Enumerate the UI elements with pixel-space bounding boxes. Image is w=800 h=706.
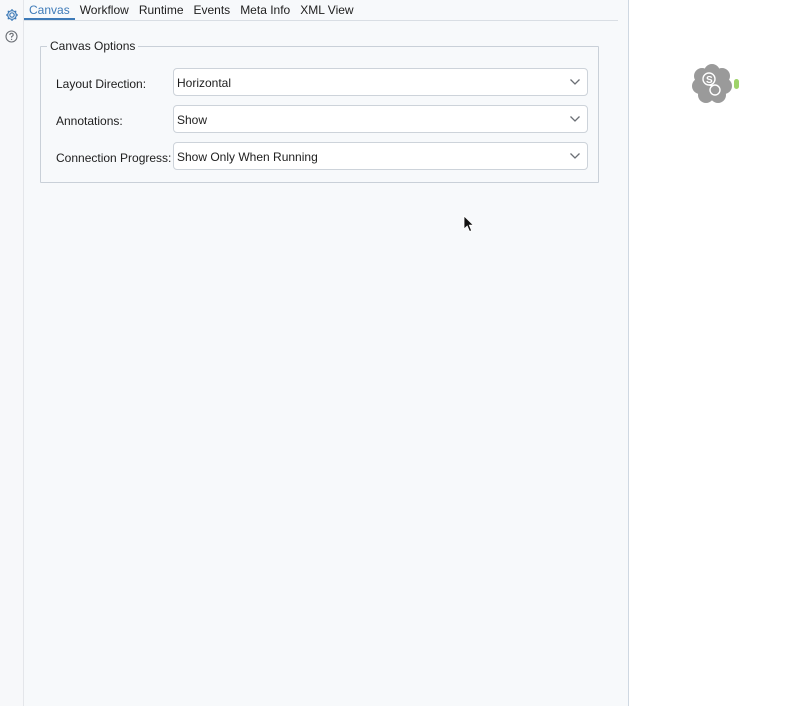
layout-direction-value: Horizontal (177, 76, 232, 90)
tab-bar: Canvas Workflow Runtime Events Meta Info… (24, 0, 618, 21)
workflow-canvas[interactable]: S (629, 0, 800, 706)
tool-letter: S (706, 75, 713, 86)
annotations-label: Annotations: (56, 114, 123, 128)
chevron-down-icon (570, 79, 580, 85)
output-anchor[interactable] (734, 79, 739, 89)
canvas-options-title: Canvas Options (47, 39, 139, 53)
gear-icon[interactable] (3, 6, 20, 23)
connection-progress-value: Show Only When Running (177, 150, 318, 164)
configuration-panel: Canvas Workflow Runtime Events Meta Info… (24, 0, 629, 706)
layout-direction-select[interactable]: Horizontal (173, 68, 588, 96)
mouse-cursor-icon (463, 215, 475, 233)
tab-xml-view[interactable]: XML View (295, 0, 358, 19)
tab-workflow[interactable]: Workflow (75, 0, 134, 19)
canvas-options-group: Canvas Options Layout Direction: Horizon… (40, 39, 599, 183)
annotations-value: Show (177, 113, 208, 127)
chevron-down-icon (570, 153, 580, 159)
connection-progress-label: Connection Progress: (56, 151, 172, 165)
sharepoint-tool-icon[interactable]: S (691, 62, 739, 106)
connection-progress-select[interactable]: Show Only When Running (173, 142, 588, 170)
tab-runtime[interactable]: Runtime (134, 0, 189, 19)
tab-meta-info[interactable]: Meta Info (235, 0, 295, 19)
help-icon[interactable] (3, 28, 20, 45)
tab-events[interactable]: Events (189, 0, 236, 19)
chevron-down-icon (570, 116, 580, 122)
annotations-select[interactable]: Show (173, 105, 588, 133)
tab-canvas[interactable]: Canvas (24, 0, 75, 20)
layout-direction-label: Layout Direction: (56, 77, 147, 91)
icon-strip (0, 0, 24, 706)
